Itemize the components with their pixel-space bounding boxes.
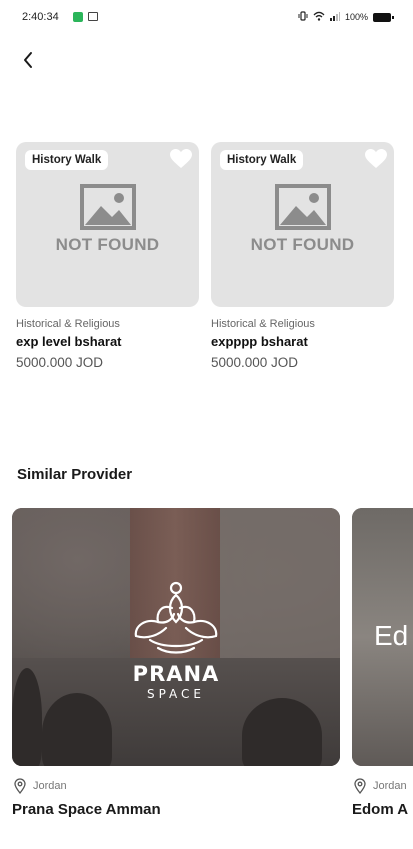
not-found-text: NOT FOUND [250, 235, 355, 254]
lotus-logo-icon [134, 581, 218, 654]
experience-title: exp level bsharat [16, 334, 122, 349]
image-placeholder: NOT FOUND [16, 184, 199, 255]
battery-icon [373, 12, 394, 22]
battery-percent: 100% [344, 12, 368, 22]
provider-image: Ed [352, 508, 413, 766]
heart-icon[interactable] [169, 148, 193, 170]
mail-notification-icon [88, 12, 98, 21]
vibrate-icon [298, 11, 308, 23]
experience-price: 5000.000 JOD [211, 355, 299, 370]
not-found-text: NOT FOUND [55, 235, 160, 254]
signal-icon [329, 11, 340, 23]
logo-main-text: Ed [374, 620, 409, 651]
experience-image: History Walk NOT FOUND [211, 142, 394, 307]
wifi-icon [313, 11, 325, 23]
experience-card[interactable]: History Walk NOT FOUND Historical & Reli… [211, 142, 394, 370]
provider-logo: PRANA SPACE [12, 578, 340, 701]
image-icon [274, 184, 331, 230]
provider-location-text: Jordan [373, 780, 407, 792]
map-pin-icon [354, 778, 366, 794]
provider-name: Edom A [352, 801, 409, 818]
experience-card[interactable]: History Walk NOT FOUND Historical & Reli… [16, 142, 199, 370]
image-icon [79, 184, 136, 230]
chevron-left-icon [24, 52, 32, 68]
logo-sub-text: SPACE [146, 687, 206, 701]
provider-location: Jordan [352, 778, 413, 794]
experience-category: Historical & Religious [16, 318, 120, 330]
heart-icon[interactable] [364, 148, 388, 170]
experience-category: Historical & Religious [211, 318, 315, 330]
provider-location-text: Jordan [33, 780, 67, 792]
provider-card[interactable]: PRANA SPACE Jordan Prana Space Amman [12, 508, 340, 818]
experience-image: History Walk NOT FOUND [16, 142, 199, 307]
provider-card[interactable]: Ed Jordan Edom A [352, 508, 413, 818]
status-bar: 2:40:34 100% [0, 0, 413, 34]
back-button[interactable] [14, 46, 42, 74]
image-placeholder: NOT FOUND [211, 184, 394, 255]
provider-image: PRANA SPACE [12, 508, 340, 766]
section-title-similar-provider: Similar Provider [17, 466, 133, 483]
provider-location: Jordan [12, 778, 340, 794]
experience-tag: History Walk [25, 150, 109, 170]
experience-title: expppp bsharat [211, 334, 308, 349]
map-pin-icon [14, 778, 26, 794]
status-time: 2:40:34 [22, 11, 59, 23]
logo-main-text: PRANA [132, 662, 220, 686]
provider-name: Prana Space Amman [12, 801, 161, 818]
app-notification-icon [73, 12, 83, 22]
experience-tag: History Walk [220, 150, 304, 170]
experience-price: 5000.000 JOD [16, 355, 104, 370]
status-indicators: 100% [298, 11, 394, 23]
